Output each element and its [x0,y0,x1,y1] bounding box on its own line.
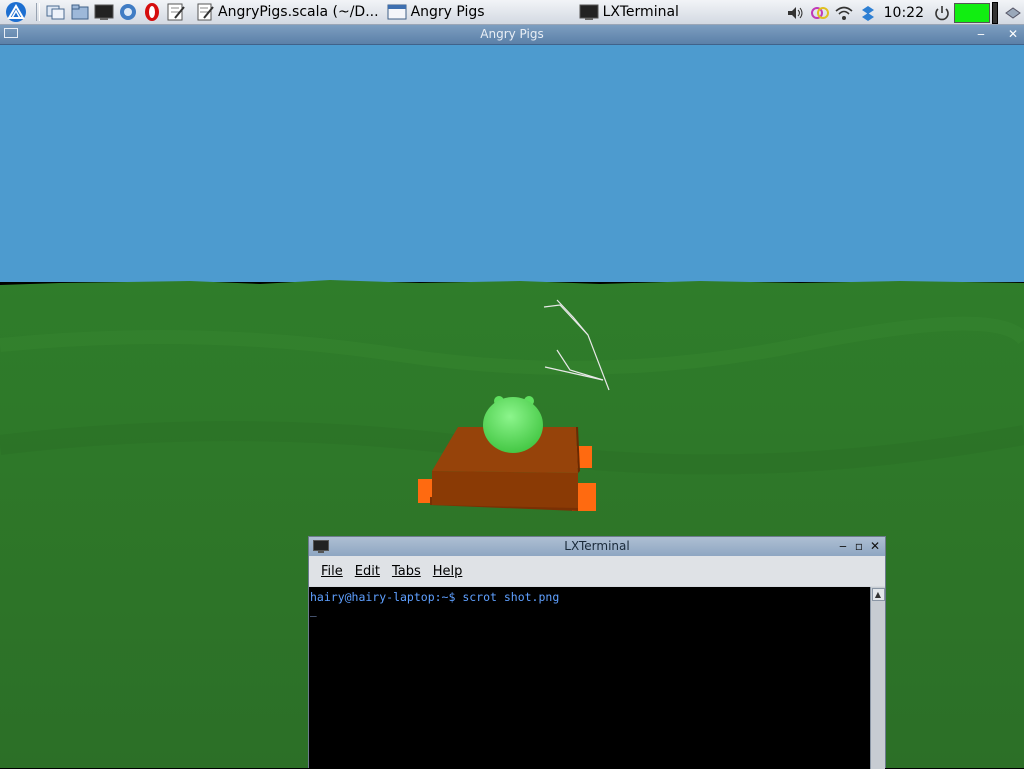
task-label: Angry Pigs [410,4,485,20]
close-icon[interactable]: ✕ [867,537,883,556]
game-window-title: Angry Pigs [480,27,544,41]
volume-icon[interactable] [785,3,807,23]
power-icon[interactable] [931,3,953,23]
task-button-angry-pigs[interactable]: Angry Pigs [383,1,489,23]
lxterminal-window: LXTerminal ‒ ▫ ✕ File Edit Tabs Help hai… [308,536,886,769]
menu-edit[interactable]: Edit [353,562,382,581]
menu-tabs[interactable]: Tabs [390,562,423,581]
menu-file[interactable]: File [319,562,345,581]
text-editor-launcher-icon[interactable] [165,2,187,22]
window-menu-icon[interactable] [4,28,18,38]
maximize-icon[interactable]: ▫ [851,537,867,556]
task-label: AngryPigs.scala (~/D... [218,4,379,20]
terminal-titlebar[interactable]: LXTerminal ‒ ▫ ✕ [309,537,885,556]
terminal-launcher-icon[interactable] [93,2,115,22]
task-label: LXTerminal [602,4,679,20]
start-menu-icon[interactable] [1,2,31,22]
sync-icon[interactable] [809,3,831,23]
terminal-icon [579,4,599,20]
prompt-line: hairy@hairy-laptop:~$ scrot shot.png [310,590,560,604]
wifi-icon[interactable] [833,3,855,23]
clock[interactable]: 10:22 [884,5,924,21]
file-manager-icon[interactable] [69,2,91,22]
terminal-scrollbar[interactable]: ▲ [870,587,885,769]
dropbox-icon[interactable] [857,3,879,23]
sky [0,45,1024,282]
text-editor-icon [197,3,214,21]
minimize-icon[interactable]: ‒ [835,537,851,556]
minimize-icon[interactable]: ‒ [972,25,990,44]
task-button-lxterminal[interactable]: LXTerminal [575,1,683,23]
terminal-output[interactable]: hairy@hairy-laptop:~$ scrot shot.png _ [309,587,870,769]
close-icon[interactable]: ✕ [1004,25,1022,44]
battery-meter-cap [992,1,998,24]
opera-browser-icon[interactable] [141,2,163,22]
window-icon [387,4,407,20]
game-window-titlebar[interactable]: Angry Pigs ‒ ✕ [0,25,1024,45]
battery-meter[interactable] [954,2,990,23]
terminal-icon[interactable] [313,540,329,553]
taskbar: AngryPigs.scala (~/D... Angry Pigs LXTer… [0,0,1024,25]
task-button-editor[interactable]: AngryPigs.scala (~/D... [192,1,383,23]
web-browser-icon[interactable] [117,2,139,22]
scroll-up-icon[interactable]: ▲ [871,588,885,601]
terminal-cursor: _ [310,604,317,617]
system-tray: 10:22 [784,0,1024,25]
menu-help[interactable]: Help [431,562,465,581]
separator [36,3,40,21]
terminal-menubar: File Edit Tabs Help [309,556,885,586]
tray-menu-icon[interactable] [1003,3,1023,23]
show-desktop-icon[interactable] [45,2,67,22]
terminal-title: LXTerminal [564,539,630,553]
